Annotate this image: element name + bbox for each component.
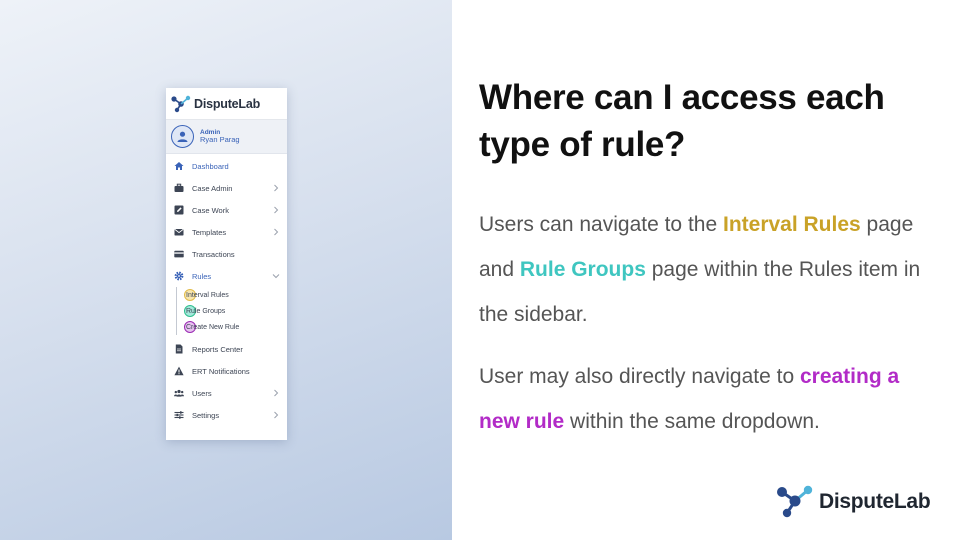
left-background-panel: DisputeLab Admin Ryan Parag Dashboard Ca… (0, 0, 452, 540)
sidebar-item-label: ERT Notifications (192, 366, 250, 376)
user-profile[interactable]: Admin Ryan Parag (166, 120, 287, 154)
chevron-right-icon (274, 411, 279, 419)
sliders-icon (174, 410, 184, 420)
chevron-right-icon (274, 228, 279, 236)
sidebar-item-ert-notifications[interactable]: ERT Notifications (166, 360, 287, 382)
sidebar-item-label: Transactions (192, 249, 235, 259)
dispute-lab-logo-icon (171, 95, 191, 112)
sidebar-item-label: Case Work (192, 205, 229, 215)
dispute-lab-logo-icon (777, 485, 813, 518)
briefcase-icon (174, 183, 184, 193)
submenu-item-interval-rules[interactable]: Interval Rules (184, 287, 287, 303)
user-icon (177, 131, 188, 142)
sidebar-item-dashboard[interactable]: Dashboard (166, 155, 287, 177)
paragraph-create-rule: User may also directly navigate to creat… (479, 354, 929, 444)
sidebar-item-settings[interactable]: Settings (166, 404, 287, 426)
sidebar-item-label: Case Admin (192, 183, 233, 193)
users-icon (174, 388, 184, 398)
sidebar-item-label: Rules (192, 271, 212, 281)
sidebar-item-case-admin[interactable]: Case Admin (166, 177, 287, 199)
sidebar-logo-text: DisputeLab (194, 96, 261, 111)
submenu-item-label: Interval Rules (186, 291, 229, 299)
brand-logo: DisputeLab (776, 484, 931, 520)
highlight-interval-rules: Interval Rules (722, 213, 861, 236)
sidebar-item-case-work[interactable]: Case Work (166, 199, 287, 221)
avatar (171, 125, 194, 148)
edit-icon (174, 205, 184, 215)
sidebar-item-users[interactable]: Users (166, 382, 287, 404)
highlight-rule-groups: Rule Groups (519, 258, 646, 281)
brand-logo-text: DisputeLab (819, 490, 931, 513)
sidebar-header: DisputeLab (166, 88, 287, 120)
sidebar-item-label: Templates (192, 227, 227, 237)
chevron-down-icon (272, 274, 280, 279)
chevron-right-icon (274, 206, 279, 214)
sidebar-item-label: Users (192, 388, 212, 398)
sidebar-item-label: Settings (192, 410, 220, 420)
submenu-item-label: Rule Groups (186, 307, 226, 315)
text-segment: User may also directly navigate to (479, 365, 800, 388)
submenu-item-create-new-rule[interactable]: Create New Rule (184, 319, 287, 335)
submenu-item-rule-groups[interactable]: Rule Groups (184, 303, 287, 319)
sidebar-item-reports-center[interactable]: Reports Center (166, 338, 287, 360)
credit-card-icon (174, 249, 184, 259)
sidebar-nav: Dashboard Case Admin Case Work Templates… (166, 154, 287, 426)
warning-icon (174, 366, 184, 376)
paragraph-sidebar-navigation: Users can navigate to the Interval Rules… (479, 202, 929, 337)
slide-heading: Where can I access each type of rule? (479, 78, 885, 164)
sidebar-item-label: Dashboard (192, 161, 229, 171)
submenu-item-label: Create New Rule (186, 323, 240, 331)
sidebar-item-transactions[interactable]: Transactions (166, 243, 287, 265)
sidebar-item-rules[interactable]: Rules (166, 265, 287, 287)
document-icon (174, 344, 184, 354)
user-name: Ryan Parag (200, 134, 240, 144)
rules-submenu: Interval Rules Rule Groups Create New Ru… (176, 287, 287, 335)
envelope-icon (174, 227, 184, 237)
sidebar-screenshot: DisputeLab Admin Ryan Parag Dashboard Ca… (166, 88, 287, 440)
chevron-right-icon (274, 389, 279, 397)
gear-icon (174, 271, 184, 281)
text-segment: Users can navigate to the (479, 213, 723, 236)
home-icon (174, 161, 184, 171)
chevron-right-icon (274, 184, 279, 192)
sidebar-item-templates[interactable]: Templates (166, 221, 287, 243)
text-segment: within the same dropdown. (564, 410, 820, 433)
sidebar-item-label: Reports Center (192, 344, 243, 354)
